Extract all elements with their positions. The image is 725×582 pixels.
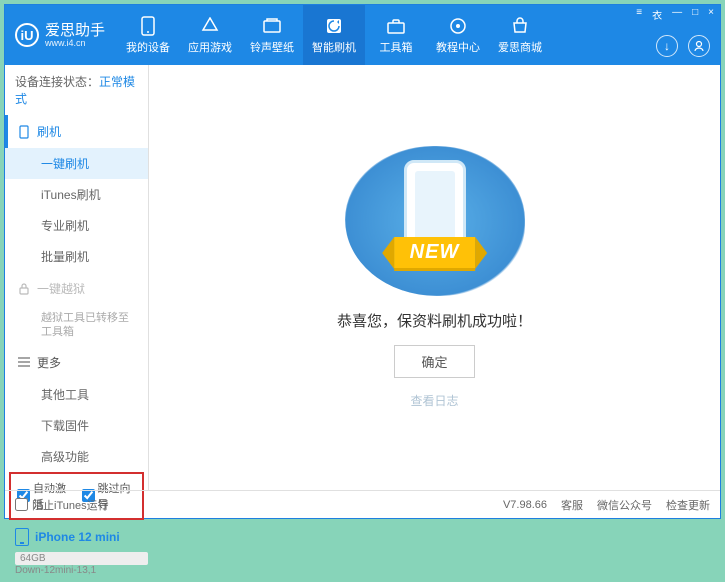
sidebar-item-advanced[interactable]: 高级功能: [5, 441, 148, 472]
sidebar: 设备连接状态：正常模式 刷机 一键刷机 iTunes刷机 专业刷机 批量刷机 一…: [5, 65, 149, 490]
section-title: 更多: [37, 354, 61, 371]
footer: 阻止iTunes运行 V7.98.66 客服 微信公众号 检查更新: [5, 490, 720, 518]
nav-label: 应用游戏: [188, 39, 232, 55]
storage-badge: 64GB: [15, 552, 148, 565]
device-row[interactable]: iPhone 12 mini: [5, 520, 148, 550]
shop-icon: [510, 16, 530, 36]
nav-apps[interactable]: 应用游戏: [179, 5, 241, 65]
nav-label: 工具箱: [380, 39, 413, 55]
update-link[interactable]: 检查更新: [666, 497, 710, 513]
sidebar-item-batch-flash[interactable]: 批量刷机: [5, 241, 148, 272]
device-name: iPhone 12 mini: [35, 530, 120, 544]
wallpaper-icon: [262, 16, 282, 36]
status-label: 设备连接状态：: [15, 75, 99, 89]
nav-label: 爱思商城: [498, 39, 542, 55]
jailbreak-note: 越狱工具已转移至工具箱: [5, 305, 148, 346]
flash-icon: [324, 16, 344, 36]
support-link[interactable]: 客服: [561, 497, 583, 513]
success-message: 恭喜您，保资料刷机成功啦！: [337, 310, 532, 331]
skin-icon[interactable]: 衣: [650, 7, 664, 22]
nav-label: 铃声壁纸: [250, 39, 294, 55]
sidebar-item-itunes-flash[interactable]: iTunes刷机: [5, 179, 148, 210]
nav-tutorial[interactable]: 教程中心: [427, 5, 489, 65]
header: ≡ 衣 — □ × iU 爱思助手 www.i4.cn 我的设备 应用游戏: [5, 5, 720, 65]
view-log-link[interactable]: 查看日志: [410, 392, 458, 409]
nav-shop[interactable]: 爱思商城: [489, 5, 551, 65]
download-button[interactable]: ↓: [656, 35, 678, 57]
nav-flash[interactable]: 智能刷机: [303, 5, 365, 65]
checkbox-block-itunes[interactable]: 阻止iTunes运行: [15, 497, 109, 513]
device-subtitle: Down-12mini-13,1: [5, 565, 148, 582]
sidebar-item-oneclick-flash[interactable]: 一键刷机: [5, 148, 148, 179]
wechat-link[interactable]: 微信公众号: [597, 497, 652, 513]
header-actions: ↓: [656, 35, 710, 57]
app-name: 爱思助手: [45, 23, 105, 38]
more-icon: [17, 355, 31, 369]
body: 设备连接状态：正常模式 刷机 一键刷机 iTunes刷机 专业刷机 批量刷机 一…: [5, 65, 720, 490]
checkbox-label: 阻止iTunes运行: [32, 497, 109, 513]
footer-right: V7.98.66 客服 微信公众号 检查更新: [503, 497, 710, 513]
nav-label: 智能刷机: [312, 39, 356, 55]
version-label: V7.98.66: [503, 499, 547, 511]
lock-icon: [17, 282, 31, 296]
window-controls: ≡ 衣 — □ ×: [634, 7, 716, 22]
section-more[interactable]: 更多: [5, 346, 148, 379]
phone-icon: [17, 125, 31, 139]
ok-button[interactable]: 确定: [394, 345, 474, 378]
nav-wallpaper[interactable]: 铃声壁纸: [241, 5, 303, 65]
main-content: NEW 恭喜您，保资料刷机成功啦！ 确定 查看日志: [149, 65, 720, 490]
checkbox-input[interactable]: [15, 498, 28, 511]
section-title: 一键越狱: [37, 280, 85, 297]
minimize-button[interactable]: —: [670, 7, 684, 22]
section-flash[interactable]: 刷机: [5, 115, 148, 148]
nav-label: 我的设备: [126, 39, 170, 55]
section-title: 刷机: [37, 123, 61, 140]
maximize-button[interactable]: □: [690, 7, 700, 22]
navbar: 我的设备 应用游戏 铃声壁纸 智能刷机 工具箱 教程中心: [117, 5, 720, 65]
app-window: ≡ 衣 — □ × iU 爱思助手 www.i4.cn 我的设备 应用游戏: [4, 4, 721, 519]
apps-icon: [200, 16, 220, 36]
success-illustration: NEW: [345, 146, 525, 296]
app-url: www.i4.cn: [45, 38, 105, 48]
sidebar-item-download-firmware[interactable]: 下载固件: [5, 410, 148, 441]
logo: iU 爱思助手 www.i4.cn: [5, 23, 117, 48]
sidebar-item-other-tools[interactable]: 其他工具: [5, 379, 148, 410]
menu-icon[interactable]: ≡: [634, 7, 644, 22]
tutorial-icon: [448, 16, 468, 36]
nav-my-device[interactable]: 我的设备: [117, 5, 179, 65]
nav-label: 教程中心: [436, 39, 480, 55]
sidebar-item-pro-flash[interactable]: 专业刷机: [5, 210, 148, 241]
phone-icon: [138, 16, 158, 36]
logo-icon: iU: [15, 23, 39, 47]
toolbox-icon: [386, 16, 406, 36]
user-button[interactable]: [688, 35, 710, 57]
close-button[interactable]: ×: [706, 7, 716, 22]
phone-icon: [15, 528, 29, 546]
nav-toolbox[interactable]: 工具箱: [365, 5, 427, 65]
new-banner: NEW: [394, 237, 476, 268]
section-jailbreak[interactable]: 一键越狱: [5, 272, 148, 305]
connection-status: 设备连接状态：正常模式: [5, 65, 148, 115]
